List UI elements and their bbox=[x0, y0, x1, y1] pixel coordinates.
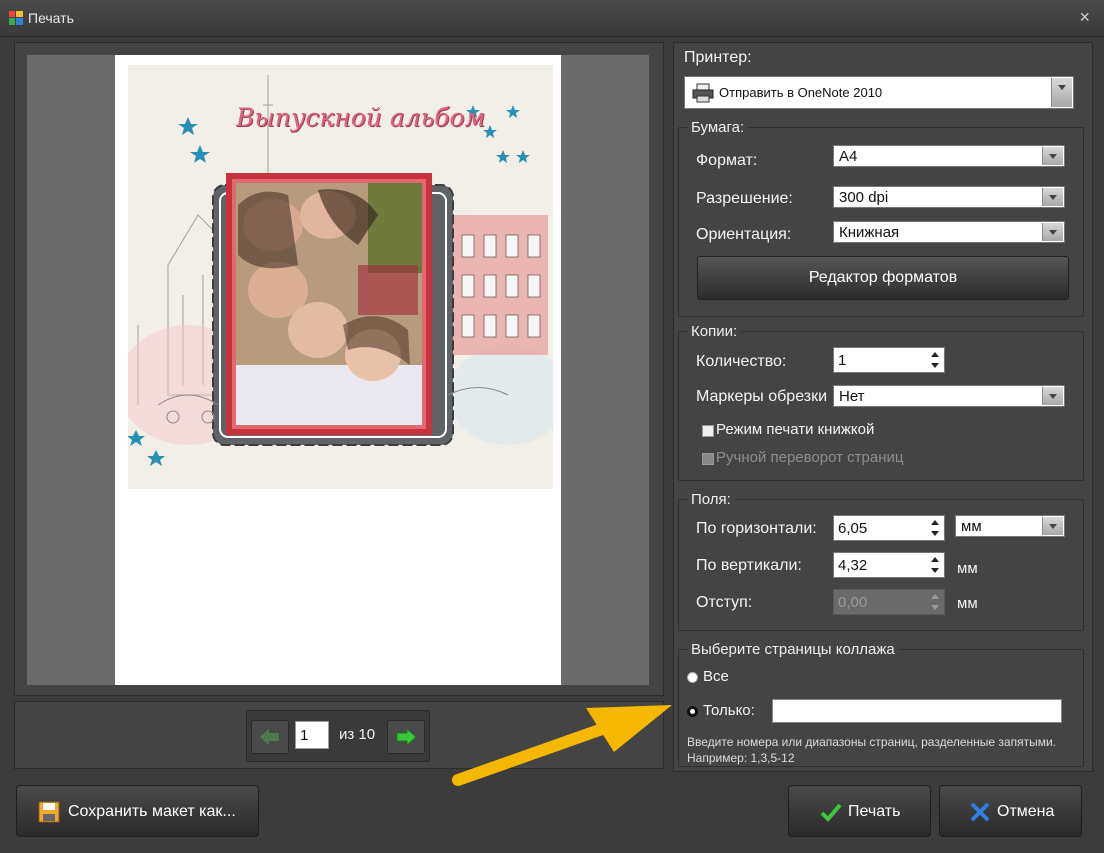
indent-label: Отступ: bbox=[696, 594, 753, 611]
booklet-mode-label: Режим печати книжкой bbox=[716, 421, 875, 438]
pages-group-title: Выберите страницы коллажа bbox=[687, 641, 899, 658]
checkmark-icon bbox=[820, 803, 842, 822]
page-navigator: 1 из 10 bbox=[246, 710, 430, 762]
album-title: Выпускной альбом bbox=[236, 103, 486, 132]
horizontal-margin-label: По горизонтали: bbox=[696, 520, 817, 537]
chevron-down-icon bbox=[1042, 147, 1063, 165]
paper-group: Бумага: Формат: A4 Разрешение: 300 dpi О… bbox=[678, 119, 1084, 317]
cancel-label: Отмена bbox=[997, 803, 1055, 820]
printer-select-value: Отправить в OneNote 2010 bbox=[719, 85, 883, 100]
app-logo-icon bbox=[9, 11, 23, 25]
current-page-input[interactable]: 1 bbox=[295, 721, 329, 749]
close-button[interactable]: × bbox=[1079, 8, 1090, 26]
crop-marks-label: Маркеры обрезки bbox=[696, 388, 828, 405]
copies-group: Копии: Количество: 1 Маркеры обрезки Нет… bbox=[678, 323, 1084, 481]
printer-select[interactable]: Отправить в OneNote 2010 bbox=[684, 76, 1074, 109]
quantity-value: 1 bbox=[838, 352, 847, 369]
arrow-left-icon bbox=[260, 729, 279, 745]
chevron-down-icon bbox=[1042, 188, 1063, 206]
preview-area: Выпускной альбом bbox=[27, 55, 649, 685]
indent-value: 0,00 bbox=[838, 594, 868, 611]
margins-group: Поля: По горизонтали: 6,05 мм По вертика… bbox=[678, 491, 1084, 631]
pages-group: Выберите страницы коллажа Все Только: Вв… bbox=[678, 641, 1084, 767]
crop-marks-select-value: Нет bbox=[839, 388, 865, 405]
window-titlebar: Печать × bbox=[0, 0, 1104, 37]
resolution-select[interactable]: 300 dpi bbox=[833, 186, 1065, 208]
print-label: Печать bbox=[848, 803, 901, 820]
page-preview: Выпускной альбом bbox=[115, 55, 561, 685]
horizontal-margin-value: 6,05 bbox=[838, 520, 868, 537]
printer-icon bbox=[692, 83, 714, 103]
orientation-select[interactable]: Книжная bbox=[833, 221, 1065, 243]
settings-panel: Принтер: Отправить в OneNote 2010 Бумага… bbox=[673, 42, 1093, 772]
stepper-arrows-icon[interactable] bbox=[928, 554, 942, 576]
crop-marks-select[interactable]: Нет bbox=[833, 385, 1065, 407]
floppy-disk-icon bbox=[38, 801, 60, 823]
stepper-arrows-icon[interactable] bbox=[928, 349, 942, 371]
quantity-label: Количество: bbox=[696, 353, 787, 370]
format-label: Формат: bbox=[696, 152, 758, 169]
quantity-stepper[interactable]: 1 bbox=[833, 347, 945, 373]
vertical-unit-label: мм bbox=[957, 560, 978, 577]
chevron-down-icon bbox=[1042, 223, 1063, 241]
vertical-margin-stepper[interactable]: 4,32 bbox=[833, 552, 945, 578]
pages-only-label: Только: bbox=[703, 702, 755, 719]
print-button[interactable]: Печать bbox=[788, 785, 931, 837]
vertical-margin-value: 4,32 bbox=[838, 557, 868, 574]
format-editor-button[interactable]: Редактор форматов bbox=[697, 256, 1069, 300]
format-select[interactable]: A4 bbox=[833, 145, 1065, 167]
indent-unit-label: мм bbox=[957, 595, 978, 612]
save-layout-button[interactable]: Сохранить макет как... bbox=[16, 785, 259, 837]
chevron-down-icon bbox=[1051, 78, 1072, 107]
chevron-down-icon bbox=[1042, 387, 1063, 405]
x-icon bbox=[970, 802, 990, 822]
arrow-right-icon bbox=[396, 727, 417, 747]
prev-page-button[interactable] bbox=[251, 720, 289, 754]
preview-panel: Выпускной альбом bbox=[14, 42, 664, 696]
pages-hint-text: Введите номера или диапазоны страниц, ра… bbox=[687, 735, 1057, 765]
next-page-button[interactable] bbox=[387, 720, 425, 754]
stepper-arrows-icon[interactable] bbox=[928, 517, 942, 539]
orientation-select-value: Книжная bbox=[839, 224, 900, 241]
pages-all-label: Все bbox=[703, 668, 729, 685]
manual-flip-label: Ручной переворот страниц bbox=[716, 449, 904, 466]
pages-only-radio[interactable] bbox=[687, 706, 698, 717]
indent-stepper[interactable]: 0,00 bbox=[833, 589, 945, 615]
paper-group-title: Бумага: bbox=[687, 119, 749, 136]
chevron-down-icon bbox=[1042, 517, 1063, 535]
save-layout-label: Сохранить макет как... bbox=[68, 803, 236, 820]
vertical-margin-label: По вертикали: bbox=[696, 557, 802, 574]
margins-group-title: Поля: bbox=[687, 491, 735, 508]
resolution-label: Разрешение: bbox=[696, 190, 793, 207]
booklet-mode-checkbox[interactable] bbox=[702, 425, 714, 437]
margin-unit-select[interactable]: мм bbox=[955, 515, 1065, 537]
pages-only-input[interactable] bbox=[772, 699, 1062, 723]
format-select-value: A4 bbox=[839, 148, 858, 165]
copies-group-title: Копии: bbox=[687, 323, 742, 340]
printer-label: Принтер: bbox=[684, 49, 752, 66]
window-title: Печать bbox=[28, 10, 74, 26]
cancel-button[interactable]: Отмена bbox=[939, 785, 1082, 837]
page-navigation-bar: 1 из 10 bbox=[14, 701, 664, 769]
stepper-arrows-icon[interactable] bbox=[928, 591, 942, 613]
manual-flip-checkbox[interactable] bbox=[702, 453, 714, 465]
page-total-label: из 10 bbox=[339, 726, 376, 743]
collage-photo: Выпускной альбом bbox=[128, 65, 553, 489]
resolution-select-value: 300 dpi bbox=[839, 189, 889, 206]
horizontal-margin-stepper[interactable]: 6,05 bbox=[833, 515, 945, 541]
orientation-label: Ориентация: bbox=[696, 226, 792, 243]
margin-unit-value: мм bbox=[961, 518, 982, 535]
pages-all-radio[interactable] bbox=[687, 672, 698, 683]
